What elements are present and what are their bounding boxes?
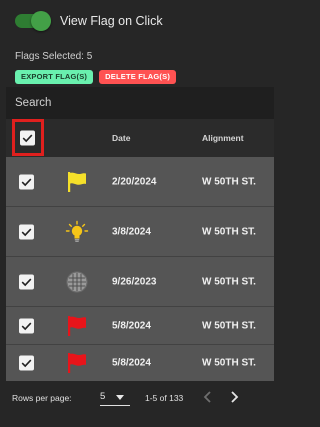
yellow-flag-icon — [68, 171, 86, 192]
row-checkbox[interactable] — [19, 224, 34, 239]
column-header-alignment[interactable]: Alignment — [202, 133, 244, 143]
column-header-date[interactable]: Date — [112, 133, 130, 143]
row-alignment: W 50TH ST. — [202, 176, 256, 187]
checkmark-icon — [21, 322, 32, 330]
row-checkbox[interactable] — [19, 318, 34, 333]
select-all-checkbox[interactable] — [20, 130, 35, 145]
rows-per-page-select[interactable]: 5 — [100, 389, 130, 406]
row-date: 5/8/2024 — [112, 320, 151, 331]
row-alignment: W 50TH ST. — [202, 226, 256, 237]
table-row[interactable]: 5/8/2024 W 50TH ST. — [6, 307, 274, 345]
row-checkbox[interactable] — [19, 355, 34, 371]
row-alignment: W 50TH ST. — [202, 357, 256, 369]
view-flag-label: View Flag on Click — [60, 14, 163, 28]
checkmark-icon — [22, 134, 33, 142]
checkmark-icon — [21, 278, 32, 286]
view-flag-toggle-row: View Flag on Click — [15, 11, 163, 31]
red-flag-icon — [68, 315, 86, 336]
delete-flags-button[interactable]: DELETE FLAG(S) — [99, 70, 177, 84]
row-date: 5/8/2024 — [112, 357, 151, 369]
red-flag-icon — [68, 353, 86, 373]
caret-down-icon — [116, 395, 124, 400]
rows-per-page-value: 5 — [100, 391, 106, 402]
rows-per-page-label: Rows per page: — [12, 393, 72, 403]
switch-thumb — [31, 11, 51, 31]
table-row[interactable]: 9/26/2023 W 50TH ST. — [6, 257, 274, 307]
checkmark-icon — [21, 228, 32, 236]
grate-icon — [66, 270, 88, 293]
search-bar — [6, 87, 274, 119]
row-checkbox[interactable] — [19, 174, 34, 189]
next-page-button[interactable] — [226, 389, 242, 405]
row-alignment: W 50TH ST. — [202, 276, 256, 287]
action-buttons: EXPORT FLAG(S) DELETE FLAG(S) — [15, 70, 177, 84]
table-header: Date Alignment — [6, 119, 274, 157]
search-input[interactable] — [15, 93, 265, 113]
checkmark-icon — [21, 178, 32, 186]
previous-page-button[interactable] — [200, 389, 216, 405]
view-flag-switch[interactable] — [15, 11, 51, 31]
row-date: 3/8/2024 — [112, 226, 151, 237]
select-all-highlight — [12, 119, 44, 156]
flags-table: Date Alignment 2/20/2024 W 50TH ST. 3/8/… — [6, 119, 274, 381]
export-flags-button[interactable]: EXPORT FLAG(S) — [15, 70, 94, 84]
table-row[interactable]: 5/8/2024 W 50TH ST. — [6, 345, 274, 381]
page-range: 1-5 of 133 — [145, 393, 184, 403]
flags-selected-count: Flags Selected: 5 — [15, 51, 93, 62]
row-alignment: W 50TH ST. — [202, 320, 256, 331]
checkmark-icon — [21, 359, 32, 368]
table-row[interactable]: 2/20/2024 W 50TH ST. — [6, 157, 274, 207]
row-date: 9/26/2023 — [112, 276, 157, 287]
row-date: 2/20/2024 — [112, 176, 157, 187]
table-pagination: Rows per page: 5 1-5 of 133 — [0, 380, 274, 416]
table-row[interactable]: 3/8/2024 W 50TH ST. — [6, 207, 274, 257]
lightbulb-icon — [65, 220, 89, 242]
row-checkbox[interactable] — [19, 274, 34, 289]
